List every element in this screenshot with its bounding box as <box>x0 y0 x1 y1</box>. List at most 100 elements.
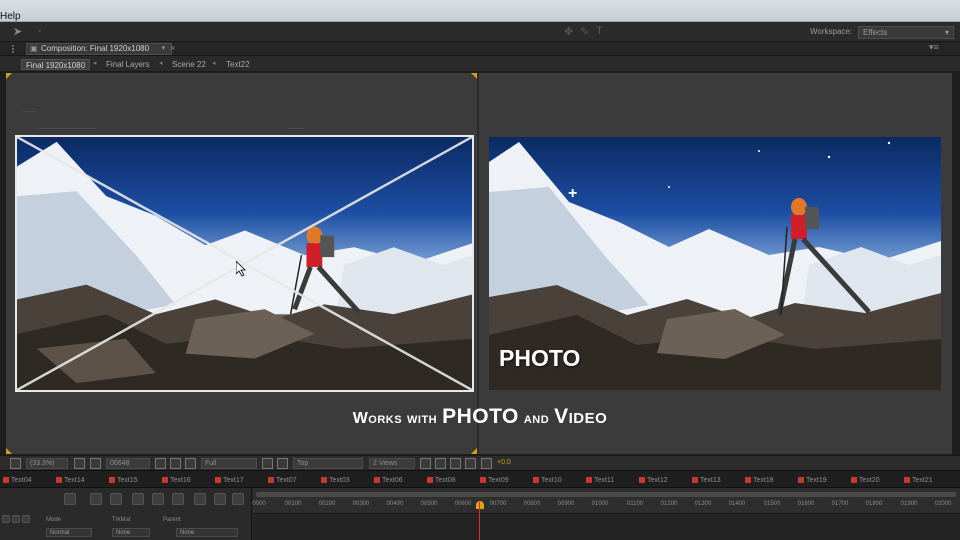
toggle-pixel-aspect-icon[interactable] <box>420 458 431 469</box>
ruler-tick-label: 01200 <box>660 501 678 507</box>
layer-tab[interactable]: Text03 <box>320 475 350 486</box>
layer-tab[interactable]: Text12 <box>638 475 668 486</box>
layer-tab[interactable]: Text06 <box>373 475 403 486</box>
mask-visibility-icon[interactable] <box>90 458 101 469</box>
pan-behind-icon[interactable]: ✥ <box>564 25 573 38</box>
current-time-indicator[interactable] <box>479 502 480 540</box>
ruler-tick-label: 01500 <box>763 501 781 507</box>
viewer-corner-marker <box>6 448 12 454</box>
ruler-tick-label: 0000 <box>252 501 266 507</box>
anchor-point-crosshair-icon[interactable]: + <box>568 186 577 202</box>
magnification-select[interactable]: (33.3%) <box>26 458 68 469</box>
layer-tab[interactable]: Text10 <box>532 475 562 486</box>
motion-blur-icon[interactable] <box>172 493 184 505</box>
graph-editor-icon[interactable] <box>64 493 76 505</box>
auto-keyframe-icon[interactable] <box>214 493 226 505</box>
brainstorm-icon[interactable] <box>194 493 206 505</box>
breadcrumb-item[interactable]: Final Layers <box>102 59 154 70</box>
workspace-value: Effects <box>863 28 888 37</box>
layer-tab[interactable]: Text08 <box>426 475 456 486</box>
layer-tab[interactable]: Text07 <box>267 475 297 486</box>
transparency-grid-icon[interactable] <box>277 458 288 469</box>
workspace-select[interactable]: Effects ▾ <box>858 26 954 39</box>
ruler-tick-label: 01900 <box>900 501 918 507</box>
graph-icon[interactable] <box>232 493 244 505</box>
panel-grip-handle[interactable] <box>12 45 18 53</box>
panel-menu-icon[interactable]: ▾≡ <box>929 42 939 53</box>
grid-overlay-icon[interactable] <box>74 458 85 469</box>
timeline-ruler[interactable]: 0000 00100 00200 00300 00400 00500 00600… <box>252 488 960 514</box>
text-tool-icon[interactable]: T <box>596 25 603 37</box>
tab-composition[interactable]: ▣ Composition: Final 1920x1080 ▾ <box>26 43 173 55</box>
breadcrumb-item[interactable]: Scene 22 <box>168 59 210 70</box>
current-time-field[interactable]: 00648 <box>106 458 150 469</box>
layer-tab[interactable]: Text04 <box>2 475 32 486</box>
fast-preview-icon[interactable] <box>435 458 446 469</box>
breadcrumb-item[interactable]: Text22 <box>222 59 254 70</box>
timeline-icon[interactable] <box>450 458 461 469</box>
ruler-tick-label: 00400 <box>386 501 404 507</box>
region-of-interest-icon[interactable] <box>262 458 273 469</box>
timeline-track-area[interactable] <box>253 515 960 540</box>
composition-panel-header: ▣ Composition: Final 1920x1080 ▾ × ▾≡ <box>0 42 960 56</box>
layer-tab[interactable]: Text16 <box>161 475 191 486</box>
breadcrumb-item[interactable]: Final 1920x1080 <box>21 59 91 70</box>
guide-line <box>288 128 304 129</box>
ruler-tick-label: 00600 <box>454 501 472 507</box>
chevron-down-icon: ▾ <box>944 28 949 37</box>
photo-title-text: PHOTO <box>499 345 581 371</box>
workspace-label: Workspace: <box>810 27 853 36</box>
tools-panel: ➤ · ✥ ✎ T Workspace: Effects ▾ <box>0 22 960 42</box>
resolution-select[interactable]: Full <box>201 458 257 469</box>
layer-tab[interactable]: Text11 <box>585 475 614 486</box>
selection-tool-icon[interactable]: ➤ <box>13 25 22 38</box>
exposure-value[interactable]: +0.0 <box>497 459 511 466</box>
layer-tab[interactable]: Text18 <box>744 475 774 486</box>
chevron-left-icon: ◂ <box>93 60 97 67</box>
exposure-reset-icon[interactable] <box>481 458 492 469</box>
flowchart-icon[interactable] <box>465 458 476 469</box>
caption-photo: PHOTO <box>442 405 519 428</box>
view-select[interactable]: Top <box>293 458 363 469</box>
layer-tab[interactable]: Text20 <box>850 475 880 486</box>
shy-layers-icon[interactable] <box>132 493 144 505</box>
track-matte-select[interactable]: None <box>112 528 150 537</box>
timeline-layer-tabs: Text04 Text14 Text15 Text16 Text17 Text0… <box>0 472 960 488</box>
layer-tab[interactable]: Text21 <box>903 475 933 486</box>
time-navigator-bar[interactable] <box>256 492 956 497</box>
menu-help[interactable]: Help <box>0 11 21 22</box>
parent-select[interactable]: None <box>176 528 238 537</box>
view-layout-select[interactable]: 2 Views <box>369 458 415 469</box>
ruler-tick-label: 00700 <box>489 501 507 507</box>
left-view-photo-layer[interactable] <box>15 135 474 392</box>
layer-tab[interactable]: Text14 <box>55 475 85 486</box>
pen-tool-icon[interactable]: ✎ <box>580 25 589 38</box>
audio-icon[interactable] <box>12 515 20 523</box>
solo-icon[interactable] <box>22 515 30 523</box>
comp-marker-icon[interactable] <box>90 493 102 505</box>
playhead-handle[interactable] <box>476 501 484 509</box>
camera-snapshot-icon[interactable] <box>155 458 166 469</box>
chevron-left-icon: ◂ <box>212 60 216 67</box>
color-channel-icon[interactable] <box>185 458 196 469</box>
hand-tool-icon[interactable]: · <box>38 25 42 37</box>
layer-tab[interactable]: Text17 <box>214 475 244 486</box>
composition-viewer[interactable]: + PHOTO <box>6 73 952 454</box>
draft-3d-icon[interactable] <box>110 493 122 505</box>
layer-tab[interactable]: Text09 <box>479 475 509 486</box>
right-view-photo-layer[interactable]: + PHOTO <box>489 137 941 390</box>
show-channel-icon[interactable] <box>170 458 181 469</box>
frame-blending-icon[interactable] <box>152 493 164 505</box>
layer-tab[interactable]: Text13 <box>691 475 721 486</box>
layer-tab[interactable]: Text15 <box>108 475 138 486</box>
blend-mode-select[interactable]: Normal <box>46 528 92 537</box>
layer-tab[interactable]: Text19 <box>797 475 827 486</box>
caption-and: and <box>523 410 550 427</box>
menu-bar: Help <box>0 0 960 22</box>
viewer-split-divider[interactable] <box>477 73 479 454</box>
eye-icon[interactable] <box>2 515 10 523</box>
close-icon[interactable]: × <box>170 43 175 53</box>
always-preview-icon[interactable] <box>10 458 21 469</box>
timeline-panel: 0000 00100 00200 00300 00400 00500 00600… <box>0 488 960 540</box>
chevron-down-icon: ▾ <box>161 45 166 52</box>
